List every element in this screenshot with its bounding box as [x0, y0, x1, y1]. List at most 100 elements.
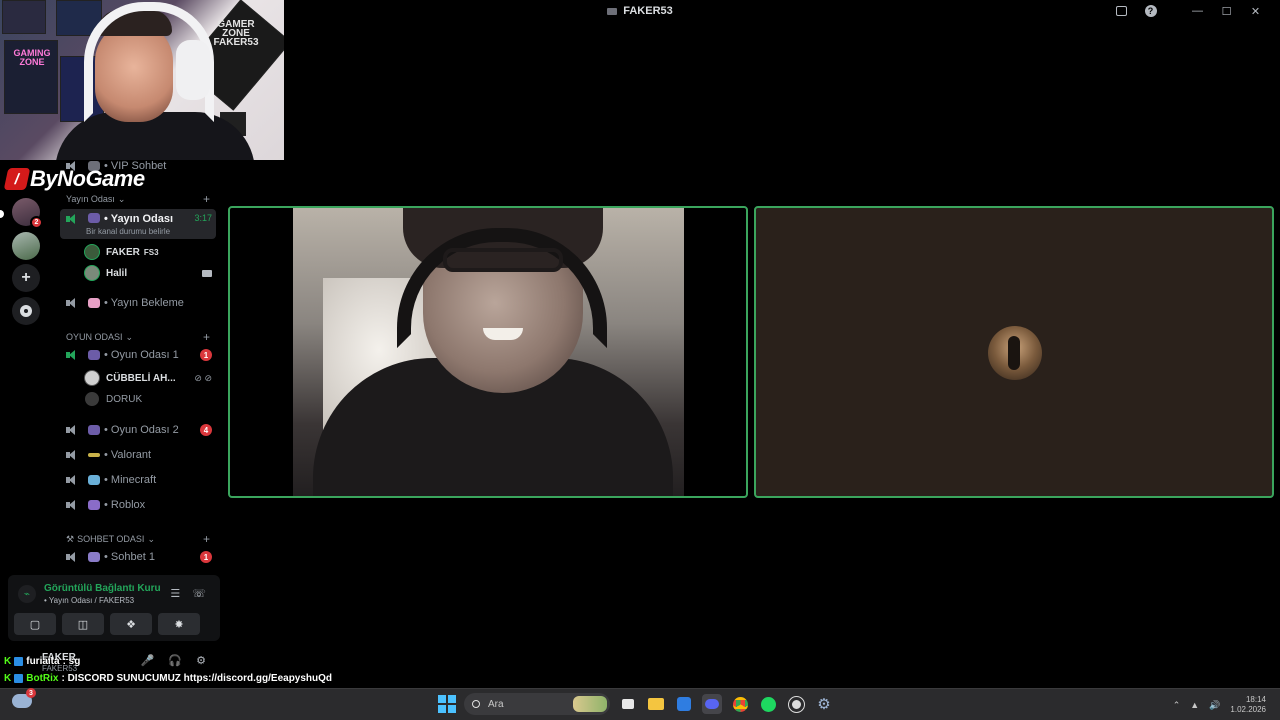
settings-button[interactable]: ⚙: [814, 694, 834, 714]
chat-user: BotRix: [26, 673, 59, 684]
window-controls: ? — ☐ ✕: [1107, 3, 1270, 19]
badge-icon: [14, 674, 24, 683]
volume-icon[interactable]: 🔊: [1209, 700, 1220, 711]
speaker-icon: [66, 297, 80, 309]
voice-user[interactable]: Halil: [84, 263, 212, 283]
explore-button[interactable]: [12, 297, 40, 325]
clock-time: 18:14: [1245, 695, 1266, 704]
chat-text: : sg: [62, 656, 81, 667]
window-title-text: FAKER53: [623, 5, 673, 17]
gun-icon: [88, 453, 100, 457]
close-button[interactable]: ✕: [1241, 3, 1270, 19]
obs-button[interactable]: [786, 694, 806, 714]
channel-oyun-odasi-2[interactable]: • Oyun Odası 2 4: [60, 419, 216, 441]
stream-brand-logo: / ByNoGame: [3, 166, 145, 192]
add-channel-icon[interactable]: +: [203, 330, 210, 344]
activities-button[interactable]: ❖: [110, 613, 152, 635]
channel-sohbet-1[interactable]: • Sohbet 1 1: [60, 546, 216, 568]
channel-emoji-icon: [88, 213, 100, 223]
help-button[interactable]: ?: [1136, 3, 1165, 19]
channel-yayin-bekleme[interactable]: • Yayın Bekleme: [60, 292, 216, 314]
disconnect-icon[interactable]: ☏: [192, 587, 206, 600]
search-icon: [472, 700, 480, 708]
channel-oyun-odasi-1[interactable]: • Oyun Odası 1 1: [60, 344, 216, 366]
network-icon[interactable]: ▲: [1190, 700, 1199, 710]
channel-name: • Oyun Odası 1: [104, 349, 179, 361]
maximize-button[interactable]: ☐: [1212, 3, 1241, 19]
chat-message: K furiaita : sg: [4, 653, 332, 670]
selection-pill: [0, 210, 4, 218]
speaker-icon: [66, 499, 80, 511]
category-sohbet[interactable]: ⚒ SOHBET ODASI ⌄ +: [66, 532, 210, 546]
camera-off-button[interactable]: ▢: [14, 613, 56, 635]
voice-buttons: ▢ ◫ ❖ ✸: [14, 613, 200, 635]
connection-status[interactable]: ⌁ Görüntülü Bağlantı Kuru • Yayın Odası …: [18, 583, 161, 605]
category-label: OYUN ODASI: [66, 332, 123, 342]
voice-user[interactable]: FAKER FS3: [84, 242, 212, 262]
server-avatar-2[interactable]: [12, 232, 40, 260]
channel-name: • Yayın Odası: [104, 213, 174, 225]
inbox-button[interactable]: [1107, 3, 1136, 19]
spotify-button[interactable]: [758, 694, 778, 714]
poster-text: GAMER ZONE FAKER53: [213, 19, 259, 48]
taskbar-search[interactable]: Ara: [464, 693, 610, 715]
noise-suppression-icon[interactable]: ☰: [170, 587, 180, 600]
minimize-button[interactable]: —: [1183, 3, 1212, 19]
discord-button[interactable]: [702, 694, 722, 714]
chevron-down-icon: ⌄: [125, 331, 134, 342]
weather-badge: 3: [26, 688, 36, 698]
user-name: CÜBBELİ AH...: [106, 372, 176, 384]
chrome-button[interactable]: [730, 694, 750, 714]
task-view-icon: [622, 699, 634, 709]
system-tray: ⌃ ▲ 🔊 18:14 1.02.2026: [1173, 695, 1266, 715]
speaker-icon: [66, 213, 80, 225]
add-server-button[interactable]: +: [12, 264, 40, 292]
channel-valorant[interactable]: • Valorant: [60, 444, 216, 466]
channel-minecraft[interactable]: • Minecraft: [60, 469, 216, 491]
poster: GAMING ZONE: [4, 40, 58, 114]
speaker-icon: [66, 551, 80, 563]
mention-badge: 2: [30, 216, 43, 229]
task-view-button[interactable]: [618, 694, 638, 714]
brand-text: ByNoGame: [30, 166, 145, 191]
soundboard-button[interactable]: ✸: [158, 613, 200, 635]
kick-icon: K: [4, 656, 12, 667]
server-avatar[interactable]: 2: [12, 198, 43, 229]
invader-icon: [88, 500, 100, 510]
file-explorer-button[interactable]: [646, 694, 666, 714]
participant-video: [293, 208, 684, 496]
screen-share-button[interactable]: ◫: [62, 613, 104, 635]
taskbar-weather[interactable]: 3: [12, 688, 36, 708]
category-label: SOHBET ODASI: [77, 534, 145, 544]
participant-smile: [483, 328, 523, 340]
category-yayin[interactable]: Yayın Odası ⌄ +: [66, 192, 210, 206]
channel-roblox[interactable]: • Roblox: [60, 494, 216, 516]
connection-subtitle: • Yayın Odası / FAKER53: [44, 596, 135, 605]
channel-emoji-icon: [88, 298, 100, 308]
voice-user[interactable]: CÜBBELİ AH... ⊘ ⊘: [84, 368, 212, 388]
discord-icon: [705, 699, 719, 709]
video-tile-camera[interactable]: [228, 206, 748, 498]
video-tile-avatar[interactable]: [754, 206, 1274, 498]
category-label: Yayın Odası: [66, 194, 115, 204]
clock[interactable]: 18:14 1.02.2026: [1230, 695, 1266, 715]
channel-name: • Sohbet 1: [104, 551, 155, 563]
category-oyun[interactable]: OYUN ODASI ⌄ +: [66, 330, 210, 344]
minecraft-icon: [88, 475, 100, 485]
add-channel-icon[interactable]: +: [203, 192, 210, 206]
voice-connection-panel: ⌁ Görüntülü Bağlantı Kuru • Yayın Odası …: [8, 575, 220, 641]
voice-user[interactable]: DORUK: [84, 389, 212, 409]
add-channel-icon[interactable]: +: [203, 532, 210, 546]
chevron-up-icon[interactable]: ⌃: [1173, 700, 1181, 711]
speaker-icon: [66, 424, 80, 436]
avatar: [84, 391, 100, 407]
store-button[interactable]: [674, 694, 694, 714]
channel-name: • Oyun Odası 2: [104, 424, 179, 436]
participant-glasses: [443, 248, 563, 272]
user-name: FAKER: [106, 246, 140, 258]
unread-badge: 1: [200, 551, 212, 563]
channel-status[interactable]: Bir kanal durumu belirle: [86, 227, 170, 236]
store-icon: [677, 697, 691, 711]
start-button[interactable]: [438, 695, 456, 713]
channel-yayin-odasi[interactable]: • Yayın Odası 3:17 Bir kanal durumu beli…: [60, 209, 216, 239]
